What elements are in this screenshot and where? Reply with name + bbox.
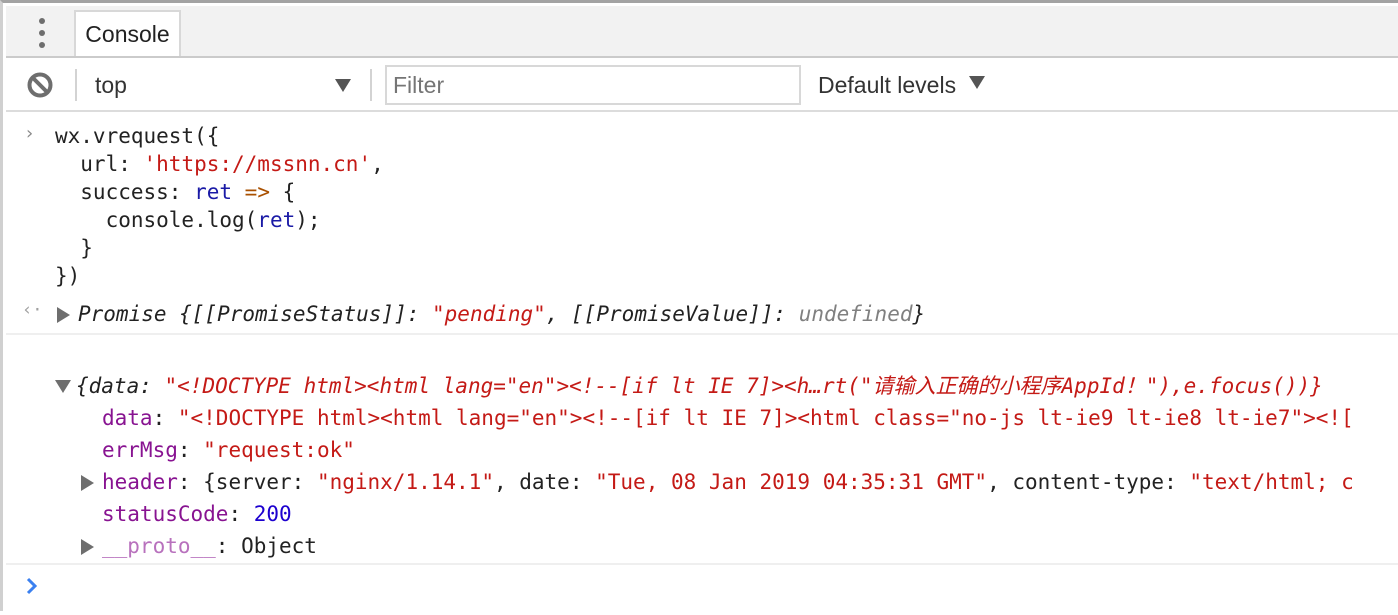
- property-key: statusCode: [102, 502, 229, 526]
- object-summary[interactable]: {data: "<!DOCTYPE html><html lang="en"><…: [76, 372, 1323, 400]
- code-token: "<!DOCTYPE html><html lang="en"><!--[if …: [177, 406, 1354, 430]
- property-row[interactable]: __proto__: Object: [102, 532, 317, 560]
- code-token: Promise {[[PromiseStatus]]:: [78, 302, 433, 326]
- code-token: wx.vrequest({: [55, 124, 220, 148]
- code-token: "request:ok": [203, 438, 355, 462]
- code-token: 200: [253, 502, 292, 526]
- console-output[interactable]: › wx.vrequest({ url: 'https://mssnn.cn',…: [6, 112, 1398, 611]
- toolbar-divider: [75, 69, 77, 101]
- context-selector[interactable]: top: [86, 66, 356, 104]
- code-token: console.log(: [55, 208, 258, 232]
- context-value: top: [95, 71, 127, 98]
- code-token: "nginx/1.14.1": [316, 470, 494, 494]
- code-token: , content-type:: [987, 470, 1190, 494]
- property-row: statusCode: 200: [102, 500, 292, 528]
- console-log-message: {data: "<!DOCTYPE html><html lang="en"><…: [6, 370, 1398, 560]
- code-line: }): [55, 262, 80, 290]
- code-token: success:: [55, 180, 195, 204]
- property-key: errMsg: [102, 438, 178, 462]
- code-token: "Tue, 08 Jan 2019 04:35:31 GMT": [595, 470, 988, 494]
- property-colon: :: [152, 406, 178, 430]
- dropdown-arrow-icon: [335, 79, 351, 92]
- code-line: }: [55, 234, 93, 262]
- clear-console-button[interactable]: [26, 71, 54, 99]
- code-line: console.log(ret);: [55, 206, 321, 234]
- code-token: );: [295, 208, 321, 232]
- property-key: __proto__: [102, 534, 216, 558]
- code-token: url:: [55, 152, 144, 176]
- expand-triangle-icon[interactable]: [81, 475, 94, 491]
- code-token: "pending": [432, 302, 546, 326]
- code-token: "text/html; c: [1189, 470, 1354, 494]
- code-token: ret: [257, 208, 296, 232]
- console-prompt[interactable]: [6, 565, 1398, 615]
- code-token: }: [55, 236, 93, 260]
- chevron-right-icon: [26, 577, 38, 595]
- property-row: errMsg: "request:ok": [102, 436, 355, 464]
- console-input-message: › wx.vrequest({ url: 'https://mssnn.cn',…: [6, 112, 1398, 296]
- property-key: header: [102, 470, 178, 494]
- code-token: {server:: [203, 470, 317, 494]
- property-colon: :: [177, 438, 204, 462]
- more-vertical-icon[interactable]: [28, 18, 56, 48]
- tab-console[interactable]: Console: [74, 10, 181, 56]
- expand-triangle-icon[interactable]: [81, 539, 94, 555]
- tab-bar: Console: [6, 6, 1398, 58]
- block-icon: [27, 72, 53, 98]
- code-token: , date:: [493, 470, 596, 494]
- code-token: }: [912, 302, 926, 326]
- console-toolbar: top Default levels: [6, 58, 1398, 112]
- code-token: ,: [371, 152, 384, 176]
- property-colon: :: [215, 534, 242, 558]
- toolbar-divider: [370, 69, 372, 101]
- code-token: {data:: [76, 374, 165, 398]
- property-row: data: "<!DOCTYPE html><html lang="en"><!…: [102, 404, 1354, 432]
- code-token: {: [269, 180, 296, 204]
- filter-input[interactable]: [385, 65, 801, 105]
- code-token: 'https://mssnn.cn': [143, 152, 372, 176]
- code-token: =>: [244, 180, 270, 204]
- property-row[interactable]: header: {server: "nginx/1.14.1", date: "…: [102, 468, 1354, 496]
- property-colon: :: [177, 470, 204, 494]
- expand-triangle-icon[interactable]: [57, 307, 70, 323]
- collapse-triangle-icon[interactable]: [55, 380, 71, 393]
- promise-result[interactable]: Promise {[[PromiseStatus]]: "pending", […: [78, 300, 925, 328]
- code-token: , [[PromiseValue]]:: [545, 302, 799, 326]
- dropdown-arrow-icon: [969, 76, 985, 89]
- code-line: url: 'https://mssnn.cn',: [55, 150, 384, 178]
- devtools-window: Console top Default levels › wx.vrequest…: [0, 0, 1398, 611]
- code-line: wx.vrequest({: [55, 122, 219, 150]
- message-divider: [6, 333, 1398, 335]
- code-token: Object: [241, 534, 317, 558]
- log-levels-label: Default levels: [818, 71, 957, 98]
- result-arrow-icon: ‹·: [22, 300, 43, 320]
- log-levels-dropdown[interactable]: Default levels: [818, 66, 998, 104]
- console-result-message: ‹· Promise {[[PromiseStatus]]: "pending"…: [6, 298, 1398, 330]
- code-token: undefined: [798, 302, 913, 326]
- code-token: "<!DOCTYPE html><html lang="en"><!--[if …: [164, 374, 1323, 398]
- property-colon: :: [228, 502, 254, 526]
- code-line: success: ret => {: [55, 178, 295, 206]
- code-token: }): [55, 264, 81, 288]
- property-key: data: [102, 406, 153, 430]
- code-token: ret: [194, 180, 233, 204]
- input-chevron-icon: ›: [24, 123, 35, 144]
